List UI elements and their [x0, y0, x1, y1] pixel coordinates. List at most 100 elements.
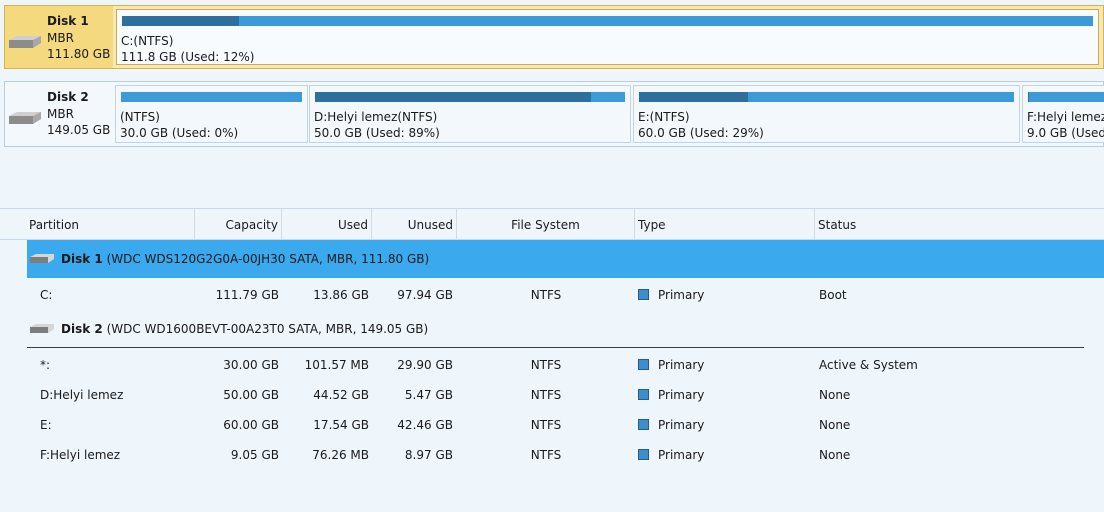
partition-size-usage: 50.0 GB (Used: 89%): [314, 126, 440, 140]
cell-type-label: Primary: [658, 288, 705, 302]
partition-usage-bar: [122, 16, 1093, 26]
cell-capacity: 9.05 GB: [230, 448, 279, 462]
cell-type: Primary: [638, 380, 704, 410]
partition-block-f[interactable]: F:Helyi lemez(NTFS) 9.0 GB (Used: 1%): [1022, 85, 1104, 143]
disk-group-row-2[interactable]: Disk 2 (WDC WD1600BEVT-00A23T0 SATA, MBR…: [27, 310, 1104, 348]
cell-file-system: NTFS: [530, 358, 562, 372]
column-header-file-system[interactable]: File System: [457, 209, 635, 239]
hard-disk-icon: [30, 254, 54, 263]
disk-map-row-2[interactable]: Disk 2 MBR 149.05 GB (NTFS) 30.0 GB (Use…: [4, 81, 1104, 147]
column-header-status[interactable]: Status: [815, 209, 1104, 239]
table-header: Partition Capacity Used Unused File Syst…: [0, 208, 1104, 240]
hard-disk-icon: [30, 324, 54, 333]
cell-status: Active & System: [819, 358, 918, 372]
cell-file-system: NTFS: [530, 418, 562, 432]
cell-used: 17.54 GB: [313, 418, 369, 432]
cell-type-label: Primary: [658, 448, 705, 462]
partition-used-fill: [122, 16, 239, 26]
cell-unused: 29.90 GB: [397, 358, 453, 372]
cell-type: Primary: [638, 440, 704, 470]
partition-used-fill: [315, 92, 591, 102]
disk-name: Disk 1: [47, 14, 89, 28]
partition-table: Partition Capacity Used Unused File Syst…: [0, 208, 1104, 512]
primary-partition-icon: [638, 419, 649, 430]
cell-partition: E:: [40, 418, 52, 432]
cell-partition: C:: [40, 288, 53, 302]
primary-partition-icon: [638, 359, 649, 370]
disk-info-1[interactable]: Disk 1 MBR 111.80 GB: [5, 6, 113, 68]
column-header-type[interactable]: Type: [635, 209, 815, 239]
cell-unused: 97.94 GB: [397, 288, 453, 302]
partition-label: (NTFS): [120, 110, 160, 124]
partition-label: F:Helyi lemez(NTFS): [1027, 110, 1104, 124]
partition-block-system[interactable]: (NTFS) 30.0 GB (Used: 0%): [115, 85, 308, 143]
cell-type: Primary: [638, 280, 704, 310]
disk-group-label: Disk 1 (WDC WDS120G2G0A-00JH30 SATA, MBR…: [61, 240, 429, 278]
disk-group-detail: (WDC WDS120G2G0A-00JH30 SATA, MBR, 111.8…: [106, 252, 430, 266]
cell-file-system: NTFS: [530, 448, 562, 462]
cell-type-label: Primary: [658, 388, 705, 402]
cell-used: 44.52 GB: [313, 388, 369, 402]
partition-block-d[interactable]: D:Helyi lemez(NTFS) 50.0 GB (Used: 89%): [309, 85, 631, 143]
partition-usage-bar: [121, 92, 302, 102]
column-header-used[interactable]: Used: [282, 209, 372, 239]
cell-used: 13.86 GB: [313, 288, 369, 302]
disk-group-detail: (WDC WD1600BEVT-00A23T0 SATA, MBR, 149.0…: [106, 322, 429, 336]
table-row[interactable]: E: 60.00 GB 17.54 GB 42.46 GB NTFS Prima…: [0, 410, 1104, 440]
cell-capacity: 30.00 GB: [223, 358, 279, 372]
partition-size-usage: 60.0 GB (Used: 29%): [638, 126, 764, 140]
cell-partition: D:Helyi lemez: [40, 388, 124, 402]
cell-capacity: 111.79 GB: [215, 288, 279, 302]
cell-capacity: 60.00 GB: [223, 418, 279, 432]
column-header-partition[interactable]: Partition: [26, 209, 195, 239]
partition-size-usage: 9.0 GB (Used: 1%): [1027, 126, 1104, 140]
cell-status: None: [819, 388, 851, 402]
cell-unused: 8.97 GB: [404, 448, 453, 462]
disk-group-label: Disk 2 (WDC WD1600BEVT-00A23T0 SATA, MBR…: [61, 310, 428, 348]
partition-label: D:Helyi lemez(NTFS): [314, 110, 438, 124]
partition-size-usage: 30.0 GB (Used: 0%): [120, 126, 239, 140]
table-row[interactable]: *: 30.00 GB 101.57 MB 29.90 GB NTFS Prim…: [0, 350, 1104, 380]
cell-unused: 42.46 GB: [397, 418, 453, 432]
table-row[interactable]: D:Helyi lemez 50.00 GB 44.52 GB 5.47 GB …: [0, 380, 1104, 410]
disk-size: 111.80 GB: [47, 47, 111, 61]
hard-disk-icon: [9, 36, 41, 48]
partition-block-e[interactable]: E:(NTFS) 60.0 GB (Used: 29%): [633, 85, 1020, 143]
table-row[interactable]: F:Helyi lemez 9.05 GB 76.26 MB 8.97 GB N…: [0, 440, 1104, 470]
disk-group-row-1[interactable]: Disk 1 (WDC WDS120G2G0A-00JH30 SATA, MBR…: [27, 240, 1104, 278]
disk-map-row-1[interactable]: Disk 1 MBR 111.80 GB C:(NTFS) 111.8 GB (…: [4, 5, 1104, 69]
cell-type: Primary: [638, 410, 704, 440]
cell-type: Primary: [638, 350, 704, 380]
disk-group-name: Disk 1: [61, 252, 103, 266]
cell-status: None: [819, 418, 851, 432]
column-header-capacity[interactable]: Capacity: [195, 209, 282, 239]
disk-size: 149.05 GB: [47, 123, 111, 137]
disk-type: MBR: [47, 107, 74, 121]
partition-used-fill: [639, 92, 748, 102]
cell-unused: 5.47 GB: [404, 388, 453, 402]
partition-usage-bar: [639, 92, 1014, 102]
hard-disk-icon: [9, 112, 41, 124]
primary-partition-icon: [638, 289, 649, 300]
disk-name: Disk 2: [47, 90, 89, 104]
table-row[interactable]: C: 111.79 GB 13.86 GB 97.94 GB NTFS Prim…: [0, 280, 1104, 310]
column-header-unused[interactable]: Unused: [372, 209, 457, 239]
partition-label: E:(NTFS): [638, 110, 690, 124]
group-separator: [27, 347, 1084, 348]
cell-type-label: Primary: [658, 418, 705, 432]
disk-type: MBR: [47, 31, 74, 45]
cell-used: 76.26 MB: [312, 448, 369, 462]
primary-partition-icon: [638, 449, 649, 460]
partition-usage-bar: [315, 92, 625, 102]
cell-type-label: Primary: [658, 358, 705, 372]
cell-capacity: 50.00 GB: [223, 388, 279, 402]
cell-status: Boot: [819, 288, 847, 302]
primary-partition-icon: [638, 389, 649, 400]
partition-size-usage: 111.8 GB (Used: 12%): [121, 50, 255, 64]
partition-used-fill: [1028, 92, 1029, 102]
cell-partition: *:: [40, 358, 51, 372]
cell-used: 101.57 MB: [304, 358, 369, 372]
partition-block-c[interactable]: C:(NTFS) 111.8 GB (Used: 12%): [116, 9, 1099, 65]
cell-file-system: NTFS: [530, 288, 562, 302]
disk-info-2[interactable]: Disk 2 MBR 149.05 GB: [5, 82, 113, 146]
